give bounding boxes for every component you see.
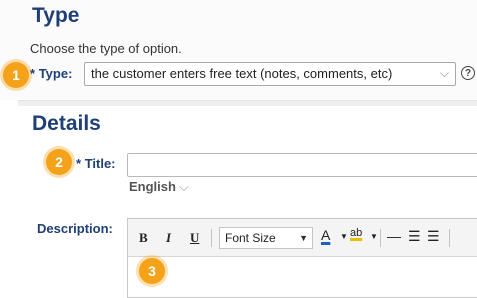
details-heading: Details: [32, 112, 101, 135]
type-description: Choose the type of option.: [30, 41, 182, 56]
numbered-list-icon[interactable]: ☰: [427, 228, 440, 245]
bold-button[interactable]: B: [139, 230, 148, 246]
underline-button[interactable]: U: [190, 230, 199, 246]
font-size-value: Font Size: [225, 231, 276, 245]
description-editor[interactable]: B I U Font Size ▼ A ▼ ab ▼ — ☰ ☰: [127, 218, 477, 298]
description-label: Description:: [37, 221, 113, 236]
type-select[interactable]: the customer enters free text (notes, co…: [84, 62, 456, 86]
font-size-select[interactable]: Font Size ▼: [219, 227, 313, 249]
type-label: * Type:: [30, 66, 72, 81]
type-heading: Type: [32, 4, 80, 27]
title-input[interactable]: [127, 153, 477, 177]
section-divider: [18, 100, 477, 106]
triangle-down-icon: ▼: [299, 233, 308, 243]
title-label-text: Title:: [84, 156, 116, 171]
step-badge-1: 1: [3, 62, 29, 88]
help-icon[interactable]: ?: [461, 66, 475, 80]
triangle-down-icon[interactable]: ▼: [340, 232, 348, 241]
title-label: * Title:: [76, 156, 116, 171]
type-select-value: the customer enters free text (notes, co…: [91, 66, 393, 81]
horizontal-rule-button[interactable]: —: [387, 228, 401, 244]
bullet-list-icon[interactable]: ☰: [408, 228, 421, 245]
required-marker: *: [76, 156, 82, 171]
triangle-down-icon[interactable]: ▼: [370, 232, 378, 241]
type-label-text: Type:: [38, 66, 73, 81]
toolbar-separator: [449, 229, 450, 247]
font-color-button[interactable]: A: [321, 227, 330, 243]
italic-button[interactable]: I: [166, 230, 171, 246]
language-select[interactable]: English ⌵: [129, 179, 189, 195]
editor-toolbar: B I U Font Size ▼ A ▼ ab ▼ — ☰ ☰: [128, 219, 477, 257]
required-marker: *: [30, 66, 36, 81]
chevron-down-icon: ⌵: [178, 179, 189, 194]
step-badge-2: 2: [46, 149, 72, 175]
chevron-down-icon: ⌵: [439, 66, 449, 80]
toolbar-separator: [380, 229, 381, 247]
step-badge-3: 3: [139, 258, 165, 284]
language-value: English: [129, 179, 176, 194]
highlight-color-button[interactable]: ab: [350, 227, 362, 239]
toolbar-separator: [211, 229, 212, 247]
